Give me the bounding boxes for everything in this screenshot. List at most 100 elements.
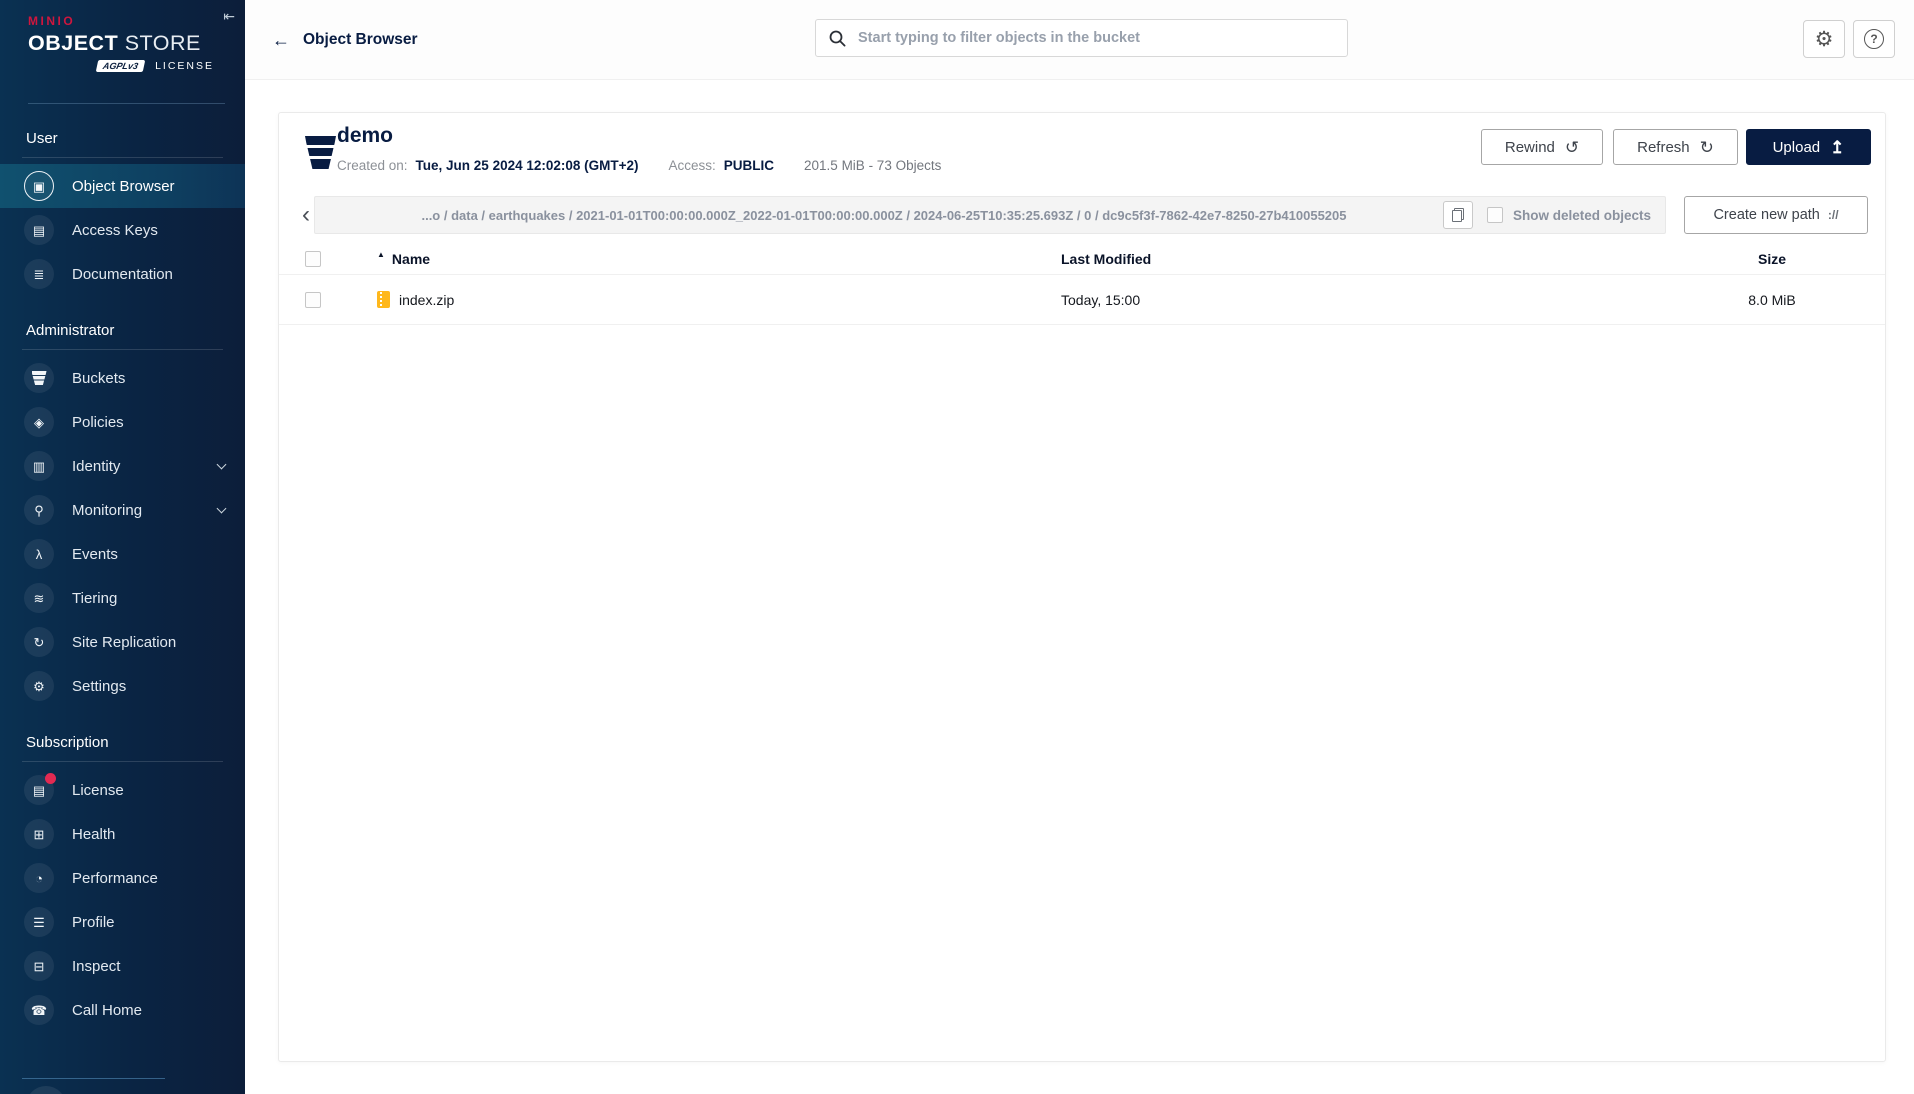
sidebar-item-icon-circle: ▣ — [24, 171, 54, 201]
bucket-meta: Created on: Tue, Jun 25 2024 12:02:08 (G… — [337, 158, 941, 173]
sidebar-footer-divider — [22, 1078, 165, 1079]
upload-button[interactable]: Upload ↥ — [1746, 129, 1871, 165]
sidebar-item-icon-circle: ⚙ — [24, 671, 54, 701]
buckets-icon — [31, 371, 47, 385]
policies-icon: ◈ — [34, 414, 44, 430]
sidebar-item-buckets[interactable]: Buckets — [0, 356, 245, 400]
breadcrumb-path: ...o / data / earthquakes / 2021-01-01T0… — [421, 207, 1347, 223]
sidebar-item-label: Health — [72, 825, 116, 843]
sidebar-item-access-keys[interactable]: ▤ Access Keys — [0, 208, 245, 252]
sidebar-item-profile[interactable]: ☰ Profile — [0, 900, 245, 944]
object-browser-icon: ▣ — [32, 178, 46, 194]
chevron-down-icon — [216, 459, 227, 470]
chevron-down-icon — [216, 503, 227, 514]
sidebar-item-inspect[interactable]: ⊟ Inspect — [0, 944, 245, 988]
sidebar-item-icon-circle: ≣ — [24, 259, 54, 289]
sidebar-item-performance[interactable]: ◔ Performance — [0, 856, 245, 900]
sidebar-section-user: User ▣ Object Browser ▤ Access Keys ≣ Document… — [0, 120, 245, 296]
sidebar-section-administrator: Administrator Buckets ◈ Policies ▥ Identity ⚲ M… — [0, 312, 245, 708]
sidebar-item-icon-circle: ⚲ — [24, 495, 54, 525]
search-icon — [829, 30, 846, 47]
sidebar: ⇤ MINIO OBJECT STORE AGPLv3 LICENSE User… — [0, 0, 245, 1094]
row-checkbox[interactable] — [305, 291, 321, 308]
zip-file-icon — [377, 291, 390, 308]
sidebar-item-icon-circle: ◈ — [24, 407, 54, 437]
sidebar-item-call-home[interactable]: ☎ Call Home — [0, 988, 245, 1032]
access-value: PUBLIC — [723, 158, 775, 173]
sidebar-item-health[interactable]: ⊞ Health — [0, 812, 245, 856]
help-icon: ? — [1864, 29, 1884, 49]
sidebar-item-icon-circle: ☎ — [24, 995, 54, 1025]
access-keys-icon: ▤ — [32, 222, 46, 238]
sidebar-item-label: Events — [72, 545, 118, 563]
sidebar-item-policies[interactable]: ◈ Policies — [0, 400, 245, 444]
product-name: OBJECT STORE — [28, 31, 201, 55]
sidebar-item-label: Settings — [72, 677, 127, 695]
rewind-button[interactable]: Rewind ↺ — [1481, 129, 1603, 165]
minio-logo: MINIO OBJECT STORE AGPLv3 LICENSE — [0, 0, 245, 104]
show-deleted-checkbox[interactable] — [1486, 207, 1503, 223]
table-row[interactable]: index.zip Today, 15:00 8.0 MiB — [279, 275, 1885, 325]
sidebar-item-identity[interactable]: ▥ Identity — [0, 444, 245, 488]
object-name-cell[interactable]: index.zip — [355, 291, 1061, 308]
select-all-checkbox[interactable] — [305, 250, 321, 267]
gear-icon: ⚙ — [1814, 27, 1834, 51]
bucket-name: demo — [337, 124, 394, 147]
help-button[interactable]: ? — [1853, 20, 1895, 58]
sidebar-item-settings[interactable]: ⚙ Settings — [0, 664, 245, 708]
sidebar-nav: User ▣ Object Browser ▤ Access Keys ≣ Document… — [0, 120, 245, 1032]
call-home-icon: ☎ — [30, 1002, 48, 1018]
sidebar-item-events[interactable]: λ Events — [0, 532, 245, 576]
license-label: LICENSE — [155, 60, 214, 72]
sidebar-item-label: Documentation — [72, 265, 173, 283]
license-row: AGPLv3 LICENSE — [28, 60, 214, 72]
column-header-modified[interactable]: Last Modified — [1061, 251, 1661, 267]
sidebar-item-documentation[interactable]: ≣ Documentation — [0, 252, 245, 296]
documentation-icon: ≣ — [33, 266, 45, 282]
sidebar-section-label: User — [26, 130, 58, 147]
back-arrow-icon[interactable]: ← — [272, 30, 290, 51]
sidebar-item-label: Buckets — [72, 369, 126, 387]
created-label: Created on: — [337, 158, 408, 173]
objects-table: ▲ Name Last Modified Size index.zip Today,… — [279, 243, 1885, 325]
column-header-name[interactable]: ▲ Name — [355, 250, 1061, 267]
sidebar-footer-icon — [26, 1086, 66, 1094]
sidebar-item-icon-circle: λ — [24, 539, 54, 569]
sidebar-item-label: Performance — [72, 869, 158, 887]
tiering-icon: ≋ — [33, 590, 45, 606]
sidebar-item-site-replication[interactable]: ↻ Site Replication — [0, 620, 245, 664]
sidebar-item-label: License — [72, 781, 124, 799]
sidebar-section-label: Subscription — [26, 734, 109, 751]
health-icon: ⊞ — [33, 826, 45, 842]
object-modified: Today, 15:00 — [1061, 291, 1141, 308]
sidebar-item-license[interactable]: ▤ License — [0, 768, 245, 812]
sidebar-item-label: Call Home — [72, 1001, 143, 1019]
identity-icon: ▥ — [32, 458, 46, 474]
sidebar-item-tiering[interactable]: ≋ Tiering — [0, 576, 245, 620]
search-input[interactable] — [858, 30, 1335, 46]
sidebar-item-label: Tiering — [72, 589, 118, 607]
profile-icon: ☰ — [33, 914, 45, 930]
sidebar-item-label: Profile — [72, 913, 115, 931]
object-size: 8.0 MiB — [1748, 291, 1796, 308]
sidebar-item-icon-circle: ↻ — [24, 627, 54, 657]
copy-path-button[interactable] — [1442, 201, 1473, 229]
settings-icon: ⚙ — [33, 678, 45, 694]
sidebar-item-monitoring[interactable]: ⚲ Monitoring — [0, 488, 245, 532]
main-content: demo Created on: Tue, Jun 25 2024 12:02:… — [245, 80, 1914, 1094]
refresh-button[interactable]: Refresh ↻ — [1613, 129, 1738, 165]
rewind-icon: ↺ — [1564, 137, 1580, 157]
license-icon: ▤ — [32, 782, 46, 798]
object-search — [815, 19, 1348, 57]
sidebar-item-icon-circle: ▥ — [24, 451, 54, 481]
minio-brand-text: MINIO — [28, 14, 76, 28]
column-header-size[interactable]: Size — [1661, 251, 1885, 267]
sidebar-item-icon-circle: ☰ — [24, 907, 54, 937]
create-new-path-button[interactable]: Create new path:// — [1684, 196, 1868, 234]
path-icon: :// — [1827, 208, 1839, 222]
sidebar-item-icon-circle: ◔ — [24, 863, 54, 893]
sidebar-item-object-browser[interactable]: ▣ Object Browser — [0, 164, 245, 208]
settings-button[interactable]: ⚙ — [1803, 20, 1845, 58]
show-deleted-label: Show deleted objects — [1512, 207, 1651, 223]
upload-icon: ↥ — [1830, 137, 1845, 157]
